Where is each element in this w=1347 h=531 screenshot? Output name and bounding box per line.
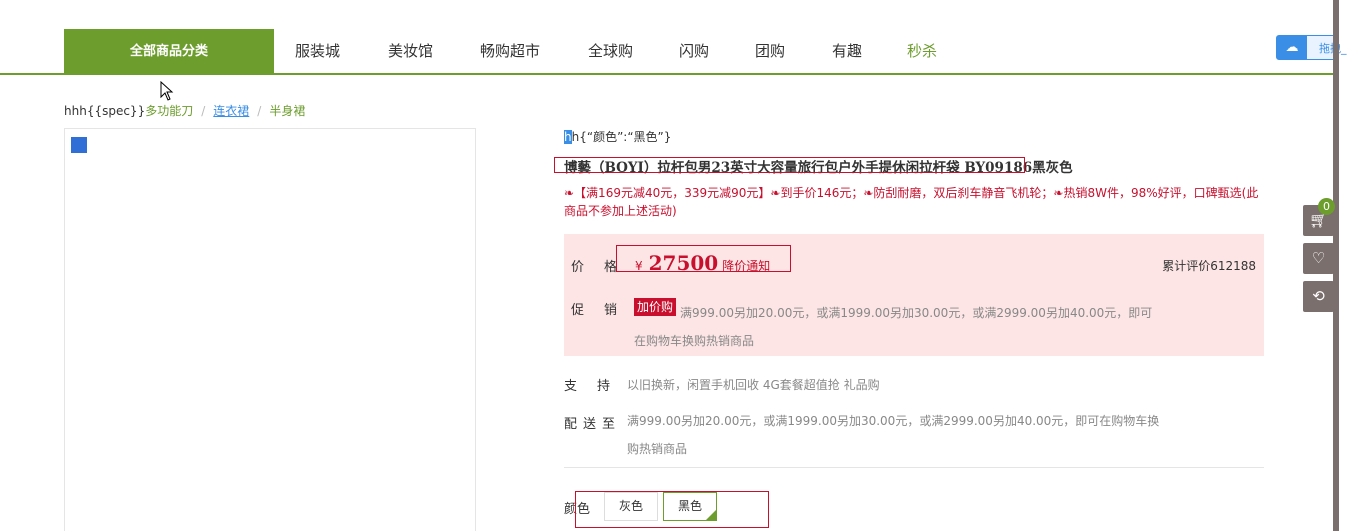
promo-text: ❧【满169元减40元，339元减90元】❧到手价146元；❧防刮耐磨，双后刹车… — [564, 186, 1259, 218]
support-label: 支持 — [564, 379, 631, 394]
nav-item-fun[interactable]: 有趣 — [832, 29, 862, 74]
spec-text: h{“颜色”:“黑色”} — [571, 130, 672, 144]
rating-count[interactable]: 累计评价612188 — [1162, 257, 1256, 274]
history-tool-button[interactable]: ⟲ — [1303, 281, 1334, 312]
title-highlight-box — [554, 157, 1025, 173]
product-page: 全部商品分类 服装城 美妆馆 畅购超市 全球购 闪购 团购 有趣 秒杀 ☁ 拖拽… — [0, 0, 1347, 531]
breadcrumb-prefix: hhh{{spec}} — [64, 104, 146, 118]
breadcrumb-level1[interactable]: 多功能刀 — [145, 104, 193, 118]
nav-item-beauty[interactable]: 美妆馆 — [388, 29, 433, 74]
spec-line: hh{“颜色”:“黑色”} — [564, 128, 671, 145]
promotion-desc: 满999.00另加20.00元，或满1999.00另加30.00元，或满2999… — [634, 306, 1153, 348]
delivery-value: 满999.00另加20.00元，或满1999.00另加30.00元，或满2999… — [627, 414, 1160, 456]
nav-item-group[interactable]: 团购 — [755, 29, 785, 74]
product-gallery[interactable] — [64, 128, 476, 531]
breadcrumb-level2[interactable]: 连衣裙 — [213, 104, 249, 118]
breadcrumb-separator: / — [257, 104, 262, 118]
color-highlight-box — [575, 491, 769, 528]
promotion-label: 促销 — [571, 303, 638, 318]
mouse-cursor-icon — [160, 81, 174, 101]
spec-mark: h — [564, 130, 572, 144]
promotion-tag: 加价购 — [634, 298, 677, 316]
history-icon: ⟲ — [1312, 287, 1325, 305]
nav-item-seckill[interactable]: 秒杀 — [907, 29, 937, 74]
favorite-tool-button[interactable]: ♡ — [1303, 243, 1334, 274]
breadcrumb-separator: / — [201, 104, 206, 118]
delivery-label: 配送至 — [564, 417, 622, 432]
nav-item-clothing[interactable]: 服装城 — [295, 29, 340, 74]
price-highlight-box — [616, 245, 791, 272]
drag-widget[interactable]: ☁ 拖拽_ — [1276, 35, 1347, 60]
breadcrumb-level3[interactable]: 半身裙 — [269, 104, 305, 118]
breadcrumb: hhh{{spec}}多功能刀 / 连衣裙 / 半身裙 — [64, 102, 305, 119]
nav-item-supermarket[interactable]: 畅购超市 — [480, 29, 540, 74]
heart-icon: ♡ — [1311, 249, 1326, 267]
divider — [564, 467, 1264, 468]
price-panel: 价格 ¥27500 降价通知 累计评价612188 促销 满999.00另加20.… — [564, 234, 1264, 356]
nav-item-flash[interactable]: 闪购 — [679, 29, 709, 74]
cart-count-badge: 0 — [1318, 198, 1335, 215]
cloud-icon: ☁ — [1277, 36, 1307, 59]
broken-image-icon — [71, 137, 87, 153]
all-categories-button[interactable]: 全部商品分类 — [64, 29, 274, 74]
main-nav: 全部商品分类 服装城 美妆馆 畅购超市 全球购 闪购 团购 有趣 秒杀 — [0, 29, 1333, 75]
support-value[interactable]: 以旧换新，闲置手机回收 4G套餐超值抢 礼品购 — [627, 376, 880, 393]
nav-item-global[interactable]: 全球购 — [588, 29, 633, 74]
